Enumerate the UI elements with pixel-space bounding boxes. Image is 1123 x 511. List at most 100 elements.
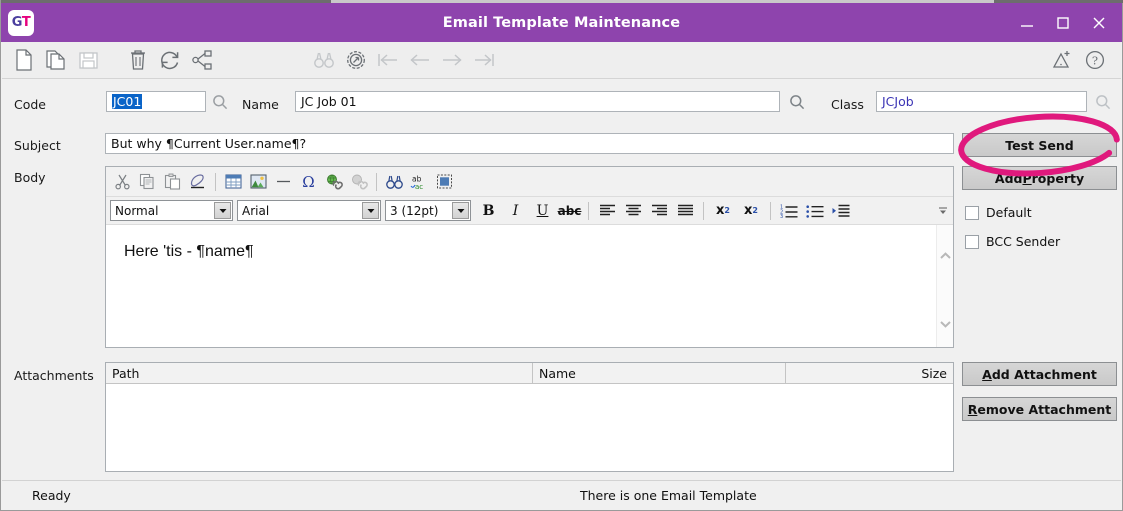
scroll-down-icon[interactable]	[937, 315, 954, 332]
test-send-button[interactable]: Test Send	[962, 133, 1117, 157]
editor-content-text: Here 'tis - ¶name¶	[124, 243, 254, 260]
status-bar: Ready There is one Email Template	[2, 480, 1121, 509]
subject-label: Subject	[14, 138, 61, 153]
first-record-icon	[372, 45, 404, 75]
italic-button[interactable]: I	[502, 199, 529, 223]
underline-button[interactable]: U	[529, 199, 556, 223]
horizontal-rule-icon[interactable]	[271, 170, 296, 194]
name-search-icon[interactable]	[783, 91, 811, 112]
code-input[interactable]: JC01	[106, 91, 206, 112]
attachments-grid-header: Path Name Size	[106, 363, 953, 384]
body-label: Body	[14, 170, 46, 185]
minimize-icon[interactable]	[1010, 8, 1044, 38]
editor-divider-3	[588, 201, 589, 220]
find-icon	[308, 45, 340, 75]
code-label: Code	[14, 97, 47, 112]
indent-icon[interactable]	[828, 199, 854, 223]
insert-table-icon[interactable]	[221, 170, 246, 194]
code-input-value: JC01	[112, 94, 143, 109]
add-attachment-button[interactable]: Add Attachment	[962, 362, 1117, 386]
save-icon	[72, 45, 104, 75]
locate-icon[interactable]	[340, 45, 372, 75]
copy-icon[interactable]	[135, 170, 160, 194]
maximize-icon[interactable]	[1046, 8, 1080, 38]
font-family-value: Arial	[242, 203, 270, 218]
svg-text:?: ?	[1092, 54, 1098, 68]
editor-content[interactable]: Here 'tis - ¶name¶	[106, 225, 953, 347]
insert-link-icon[interactable]	[321, 170, 346, 194]
class-input[interactable]: JCJob	[876, 91, 1087, 112]
editor-divider-5	[770, 201, 771, 220]
add-property-label-post: roperty	[1031, 170, 1085, 186]
toolbar-overflow-icon[interactable]	[933, 199, 953, 223]
scroll-up-icon[interactable]	[937, 247, 954, 264]
spell-check-icon[interactable]: ab ac	[407, 170, 432, 194]
superscript-button[interactable]: x2	[709, 199, 737, 223]
bold-button[interactable]: B	[475, 199, 502, 223]
default-label: Default	[986, 205, 1032, 220]
font-size-value: 3 (12pt)	[390, 203, 439, 218]
add-attachment-post: dd Attachment	[991, 366, 1097, 382]
column-header-path[interactable]: Path	[106, 363, 533, 384]
window-controls	[1010, 3, 1116, 42]
insert-image-icon[interactable]	[246, 170, 271, 194]
editor-toolbar-row-2: Normal Arial 3 (12pt) B I U abc x 2 x 2 …	[106, 197, 953, 225]
paragraph-style-value: Normal	[115, 203, 159, 218]
align-justify-icon[interactable]	[672, 199, 698, 223]
copy-record-icon[interactable]	[40, 45, 72, 75]
subject-input[interactable]: But why ¶Current User.name¶?	[105, 133, 954, 154]
previous-record-icon	[404, 45, 436, 75]
unordered-list-icon[interactable]	[802, 199, 828, 223]
default-checkbox-row[interactable]: Default	[965, 205, 1032, 220]
superscript-exp: 2	[724, 206, 730, 215]
attachments-grid[interactable]: Path Name Size	[105, 362, 954, 472]
subscript-button[interactable]: x2	[737, 199, 765, 223]
align-center-icon[interactable]	[620, 199, 646, 223]
erase-format-icon[interactable]	[185, 170, 210, 194]
add-property-label-pre: Add	[994, 170, 1023, 186]
add-property-button[interactable]: Add Property	[962, 166, 1117, 190]
bcc-sender-checkbox[interactable]	[965, 234, 979, 249]
class-label: Class	[831, 97, 864, 112]
chevron-down-icon-2[interactable]	[362, 202, 379, 219]
column-header-name[interactable]: Name	[533, 363, 786, 384]
chevron-down-icon[interactable]	[214, 202, 231, 219]
status-ready-text: Ready	[32, 488, 71, 503]
name-input[interactable]: JC Job 01	[295, 91, 780, 112]
font-family-select[interactable]: Arial	[237, 200, 381, 221]
strikethrough-button[interactable]: abc	[556, 199, 583, 223]
column-header-size[interactable]: Size	[786, 363, 953, 384]
refresh-icon[interactable]	[154, 45, 186, 75]
paragraph-style-select[interactable]: Normal	[110, 200, 233, 221]
editor-divider-2	[376, 172, 377, 191]
svg-text:3: 3	[780, 214, 783, 218]
remove-attachment-post: emove Attachment	[977, 401, 1112, 417]
find-replace-icon[interactable]	[382, 170, 407, 194]
font-size-select[interactable]: 3 (12pt)	[385, 200, 471, 221]
attachments-grid-body[interactable]	[106, 384, 953, 471]
align-right-icon[interactable]	[646, 199, 672, 223]
editor-scrollbar[interactable]	[936, 225, 953, 347]
paste-icon[interactable]	[160, 170, 185, 194]
align-left-icon[interactable]	[594, 199, 620, 223]
bcc-sender-checkbox-row[interactable]: BCC Sender	[965, 234, 1060, 249]
default-checkbox[interactable]	[965, 205, 979, 220]
select-all-icon[interactable]	[432, 170, 457, 194]
cut-icon[interactable]	[110, 170, 135, 194]
chevron-down-icon-3[interactable]	[452, 202, 469, 219]
class-search-icon[interactable]	[1089, 91, 1117, 112]
add-attachment-key: A	[982, 366, 992, 382]
new-icon[interactable]	[8, 45, 40, 75]
remove-link-icon[interactable]	[346, 170, 371, 194]
workflow-icon[interactable]	[186, 45, 218, 75]
warning-icon[interactable]	[1047, 45, 1079, 75]
name-label: Name	[242, 97, 279, 112]
code-search-icon[interactable]	[206, 91, 234, 112]
help-icon[interactable]: ?	[1079, 45, 1111, 75]
remove-attachment-button[interactable]: Remove Attachment	[962, 397, 1117, 421]
special-character-icon[interactable]: Ω	[296, 170, 321, 194]
delete-icon[interactable]	[122, 45, 154, 75]
close-icon[interactable]	[1082, 8, 1116, 38]
ordered-list-icon[interactable]: 123	[776, 199, 802, 223]
status-record-count-text: There is one Email Template	[580, 488, 757, 503]
